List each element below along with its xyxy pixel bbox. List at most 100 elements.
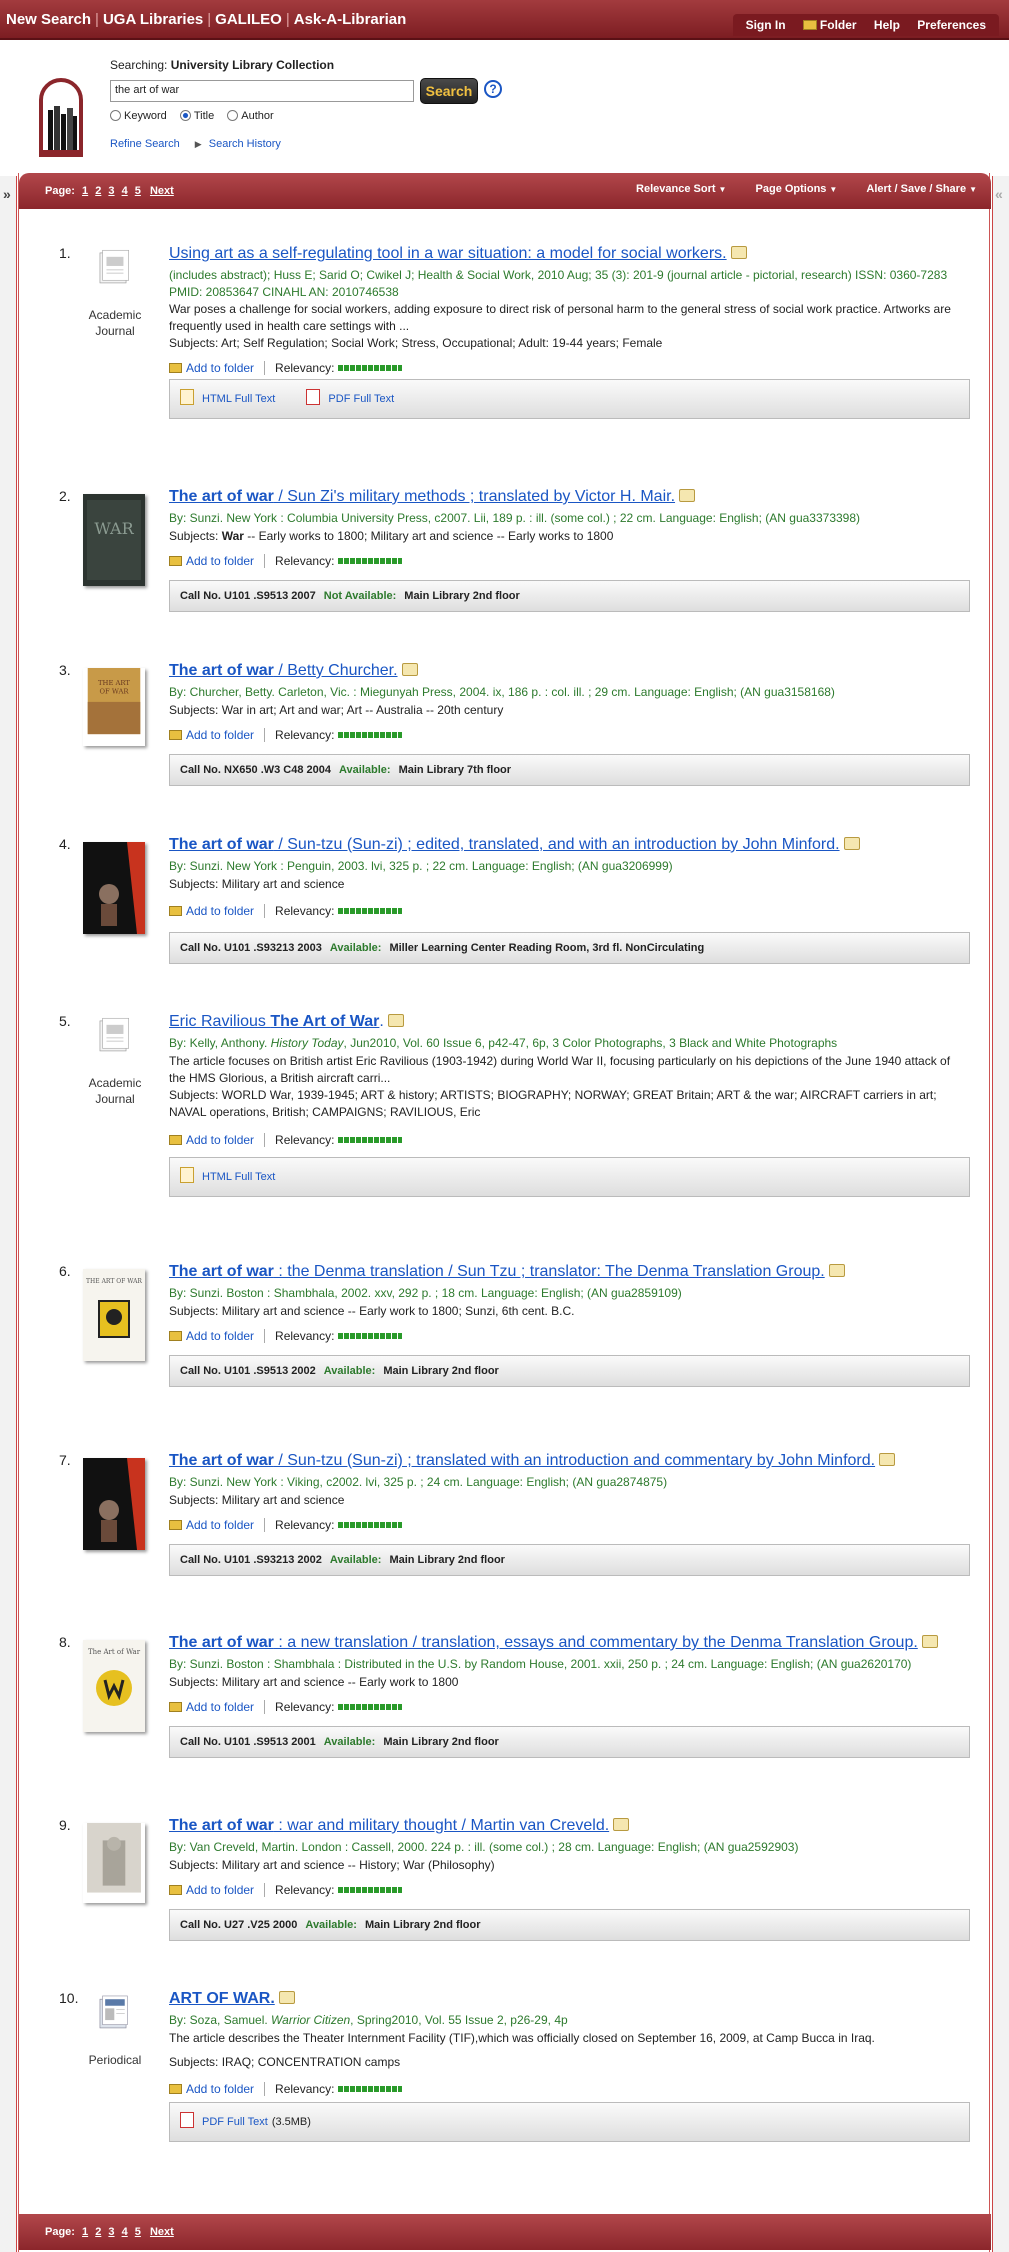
help-icon[interactable]: ?	[484, 80, 502, 98]
preferences-link[interactable]: Preferences	[917, 18, 986, 32]
subjects: Subjects: Military art and science -- Ea…	[169, 1675, 459, 1689]
page-options-menu[interactable]: Page Options ▼	[756, 183, 838, 195]
result-title-link[interactable]: The art of war / Sun Zi's military metho…	[169, 488, 696, 506]
publication-type-label: Periodical	[88, 2053, 142, 2067]
citation: By: Churcher, Betty. Carleton, Vic. : Mi…	[169, 685, 835, 699]
alert-save-share-menu[interactable]: Alert / Save / Share ▼	[866, 183, 977, 195]
result-number: 5.	[59, 1013, 71, 1029]
add-to-folder-button[interactable]: Add to folder	[169, 554, 254, 568]
expand-left-icon[interactable]: »	[3, 186, 11, 202]
holdings-box: Call No. NX650 .W3 C48 2004 Available: Mai…	[169, 754, 970, 786]
author-option[interactable]: Author	[227, 110, 274, 122]
page-3-link[interactable]: 3	[108, 185, 114, 197]
title-option[interactable]: Title	[179, 110, 214, 122]
subjects: Subjects: Military art and science -- Ea…	[169, 1304, 575, 1318]
result-title-link[interactable]: The art of war : a new translation / tra…	[169, 1634, 938, 1652]
relevancy-label: Relevancy:	[275, 904, 335, 918]
add-to-folder-button[interactable]: Add to folder	[169, 2082, 254, 2096]
html-full-text-link[interactable]: HTML Full Text	[202, 1171, 275, 1183]
result-title-link[interactable]: The art of war / Sun-tzu (Sun-zi) ; edit…	[169, 836, 860, 854]
preview-icon[interactable]	[730, 246, 747, 259]
relevancy-bar	[338, 558, 403, 564]
subjects: Subjects: WORLD War, 1939-1945; ART & hi…	[169, 1088, 937, 1119]
expand-right-icon[interactable]: «	[995, 186, 1003, 202]
help-link[interactable]: Help	[874, 18, 900, 32]
result-actions: Add to folder Relevancy:	[169, 1133, 403, 1147]
search-input[interactable]: the art of war	[110, 80, 414, 102]
result-title-link[interactable]: The art of war / Sun-tzu (Sun-zi) ; tran…	[169, 1452, 896, 1470]
add-to-folder-button[interactable]: Add to folder	[169, 1133, 254, 1147]
search-history-link[interactable]: Search History	[209, 138, 281, 150]
preview-icon[interactable]	[879, 1453, 896, 1466]
pagination: Page: 1 2 3 4 5 Next	[45, 2226, 174, 2238]
preview-icon[interactable]	[613, 1818, 630, 1831]
result-title-link[interactable]: The art of war : the Denma translation /…	[169, 1263, 845, 1281]
new-search-link[interactable]: New Search	[6, 11, 91, 28]
result-title-link[interactable]: The art of war : war and military though…	[169, 1817, 630, 1835]
search-button[interactable]: Search	[420, 78, 478, 104]
page-5-link[interactable]: 5	[135, 185, 141, 197]
citation: (includes abstract); Huss E; Sarid O; Cw…	[169, 268, 948, 299]
next-page-link[interactable]: Next	[150, 2226, 174, 2238]
left-panel-toggle[interactable]: »	[0, 176, 17, 2252]
preview-icon[interactable]	[843, 837, 860, 850]
pdf-full-text-link[interactable]: PDF Full Text	[202, 2116, 268, 2128]
result-title-link[interactable]: The art of war / Betty Churcher.	[169, 662, 418, 680]
subjects: Subjects: War -- Early works to 1800; Mi…	[169, 529, 614, 543]
html-full-text-link[interactable]: HTML Full Text	[202, 393, 275, 405]
add-to-folder-button[interactable]: Add to folder	[169, 1700, 254, 1714]
availability-status: Available:	[323, 1365, 376, 1377]
title-radio[interactable]	[179, 110, 191, 121]
preview-icon[interactable]	[828, 1264, 845, 1277]
add-to-folder-button[interactable]: Add to folder	[169, 361, 254, 375]
result-number: 10.	[59, 1990, 79, 2006]
page-2-link[interactable]: 2	[95, 185, 101, 197]
pdf-icon	[180, 2112, 194, 2128]
ask-a-librarian-link[interactable]: Ask-A-Librarian	[294, 11, 407, 28]
relevancy-label: Relevancy:	[275, 2082, 335, 2096]
refine-search-link[interactable]: Refine Search	[110, 138, 180, 150]
folder-link[interactable]: Folder	[802, 18, 857, 32]
next-page-link[interactable]: Next	[150, 185, 174, 197]
sign-in-link[interactable]: Sign In	[746, 18, 786, 32]
fulltext-box: PDF Full Text (3.5MB)	[169, 2102, 970, 2142]
book-cover-image	[83, 1458, 145, 1550]
page-3-link[interactable]: 3	[108, 2226, 114, 2238]
result-title-link[interactable]: ART OF WAR.	[169, 1990, 295, 2008]
triangle-icon: ▶	[194, 139, 202, 149]
author-radio[interactable]	[227, 110, 239, 121]
preview-icon[interactable]	[679, 489, 696, 502]
holdings-box: Call No. U27 .V25 2000 Available: Main Lib…	[169, 1909, 970, 1941]
preview-icon[interactable]	[278, 1991, 295, 2004]
galileo-link[interactable]: GALILEO	[215, 11, 282, 28]
relevancy-label: Relevancy:	[275, 1700, 335, 1714]
folder-icon	[169, 906, 182, 916]
add-to-folder-button[interactable]: Add to folder	[169, 728, 254, 742]
result-title-link[interactable]: Using art as a self-regulating tool in a…	[169, 245, 747, 263]
result-actions: Add to folder Relevancy:	[169, 2082, 403, 2096]
add-to-folder-button[interactable]: Add to folder	[169, 1518, 254, 1532]
add-to-folder-button[interactable]: Add to folder	[169, 904, 254, 918]
right-panel-toggle[interactable]: «	[992, 176, 1009, 2252]
page-2-link[interactable]: 2	[95, 2226, 101, 2238]
keyword-radio[interactable]	[110, 110, 121, 121]
preview-icon[interactable]	[387, 1014, 404, 1027]
relevancy-bar	[338, 1887, 403, 1893]
add-to-folder-button[interactable]: Add to folder	[169, 1883, 254, 1897]
relevancy-bar	[338, 2086, 403, 2092]
folder-icon	[169, 2084, 182, 2094]
uga-libraries-link[interactable]: UGA Libraries	[103, 11, 203, 28]
pdf-full-text-link[interactable]: PDF Full Text	[328, 393, 394, 405]
add-to-folder-button[interactable]: Add to folder	[169, 1329, 254, 1343]
page-5-link[interactable]: 5	[135, 2226, 141, 2238]
keyword-option[interactable]: Keyword	[110, 110, 167, 122]
page-4-link[interactable]: 4	[122, 185, 128, 197]
preview-icon[interactable]	[921, 1635, 938, 1648]
account-toolbar: Sign In Folder Help Preferences	[732, 14, 999, 36]
page-1-link[interactable]: 1	[82, 2226, 88, 2238]
result-title-link[interactable]: Eric Ravilious The Art of War.	[169, 1013, 404, 1031]
page-4-link[interactable]: 4	[122, 2226, 128, 2238]
preview-icon[interactable]	[401, 663, 418, 676]
page-1-link[interactable]: 1	[82, 185, 88, 197]
relevance-sort-menu[interactable]: Relevance Sort ▼	[636, 183, 726, 195]
